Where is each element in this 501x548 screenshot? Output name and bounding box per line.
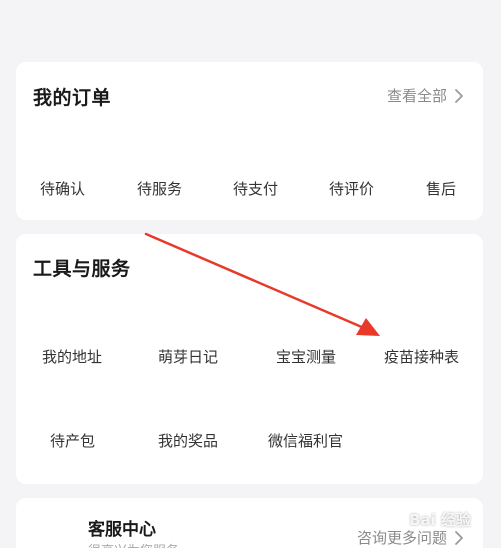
tools-services-title: 工具与服务: [33, 258, 131, 280]
tool-my-address[interactable]: 我的地址: [42, 346, 102, 367]
tool-hospital-bag[interactable]: 待产包: [50, 430, 95, 451]
customer-service-card: 客服中心 很高兴为您服务 咨询更多问题: [16, 498, 483, 548]
tool-vaccine-schedule[interactable]: 疫苗接种表: [384, 346, 459, 367]
tool-baby-measure[interactable]: 宝宝测量: [276, 346, 336, 367]
ask-more-questions-link[interactable]: 咨询更多问题: [357, 527, 465, 548]
view-all-orders-link[interactable]: 查看全部: [387, 85, 465, 106]
order-status-pending-service[interactable]: 待服务: [137, 178, 182, 199]
order-status-pending-review[interactable]: 待评价: [329, 178, 374, 199]
customer-service-title: 客服中心: [88, 520, 156, 540]
order-status-row: 待确认 待服务 待支付 待评价 售后: [16, 178, 483, 202]
order-status-pending-payment[interactable]: 待支付: [233, 178, 278, 199]
order-status-after-sales[interactable]: 售后: [426, 178, 456, 199]
tools-services-card: 工具与服务 我的地址 萌芽日记 宝宝测量 疫苗接种表 待产包 我的奖品 微信福利…: [16, 234, 483, 484]
customer-service-subtitle: 很高兴为您服务: [88, 540, 179, 548]
ask-more-label: 咨询更多问题: [356, 529, 447, 547]
chevron-right-icon: [453, 88, 465, 104]
chevron-right-icon: [453, 530, 465, 546]
order-status-pending-confirm[interactable]: 待确认: [40, 178, 85, 199]
tool-sprout-diary[interactable]: 萌芽日记: [158, 346, 218, 367]
my-orders-title: 我的订单: [33, 87, 112, 109]
tool-wechat-benefits[interactable]: 微信福利官: [268, 430, 343, 451]
view-all-label: 查看全部: [386, 87, 447, 105]
tool-my-prizes[interactable]: 我的奖品: [158, 430, 218, 451]
my-orders-card: 我的订单 查看全部 待确认 待服务 待支付 待评价 售后: [16, 62, 483, 220]
